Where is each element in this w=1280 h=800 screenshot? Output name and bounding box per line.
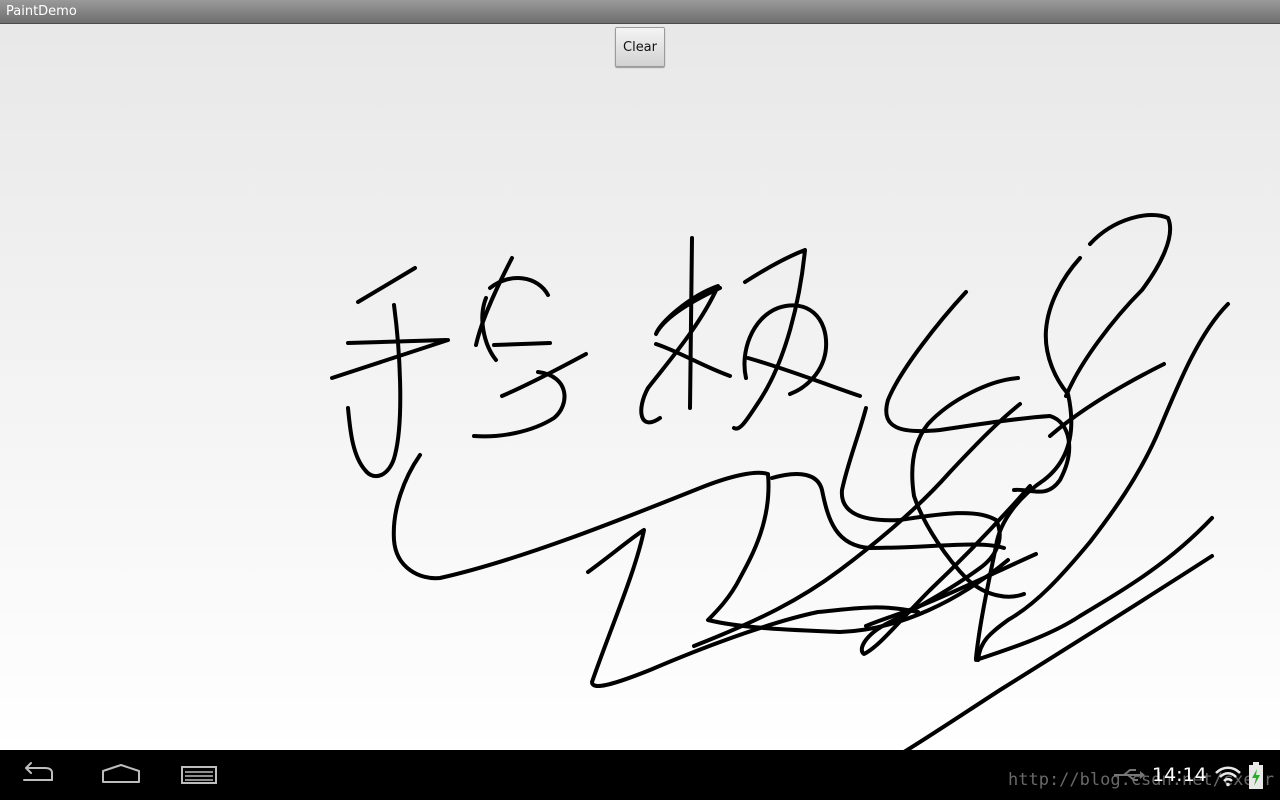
stroke	[346, 303, 403, 479]
usb-icon	[1114, 769, 1145, 781]
wifi-icon	[1215, 766, 1241, 787]
stroke	[1048, 362, 1166, 438]
drawing-canvas[interactable]	[0, 24, 1280, 750]
stroke	[474, 256, 514, 347]
stroke	[356, 266, 417, 304]
stroke	[976, 302, 1230, 662]
stroke	[732, 248, 807, 431]
system-nav-bar: http://blog.csdn.net/cxefr 14:14	[0, 750, 1280, 800]
stroke	[688, 236, 694, 410]
home-button[interactable]	[96, 760, 146, 790]
stroke	[492, 341, 552, 347]
title-bar: PaintDemo	[0, 0, 1280, 24]
app-title: PaintDemo	[6, 4, 77, 19]
back-icon	[23, 762, 53, 781]
stroke	[654, 342, 732, 378]
paint-area: Clear	[0, 24, 1280, 750]
stroke	[330, 338, 450, 380]
clear-button[interactable]: Clear	[615, 27, 665, 67]
recent-apps-button[interactable]	[174, 760, 224, 790]
status-clock: 14:14	[1152, 764, 1207, 786]
stroke	[910, 376, 1026, 599]
home-icon	[102, 764, 140, 783]
back-button[interactable]	[14, 760, 64, 790]
stroke	[472, 370, 567, 439]
stroke	[903, 554, 1214, 750]
recent-apps-icon	[181, 766, 217, 784]
stroke	[974, 256, 1082, 660]
screen: PaintDemo Clear http://blog.csdn.net/cxe…	[0, 0, 1280, 800]
battery-charging-icon	[1249, 762, 1263, 789]
stroke	[770, 472, 1006, 550]
